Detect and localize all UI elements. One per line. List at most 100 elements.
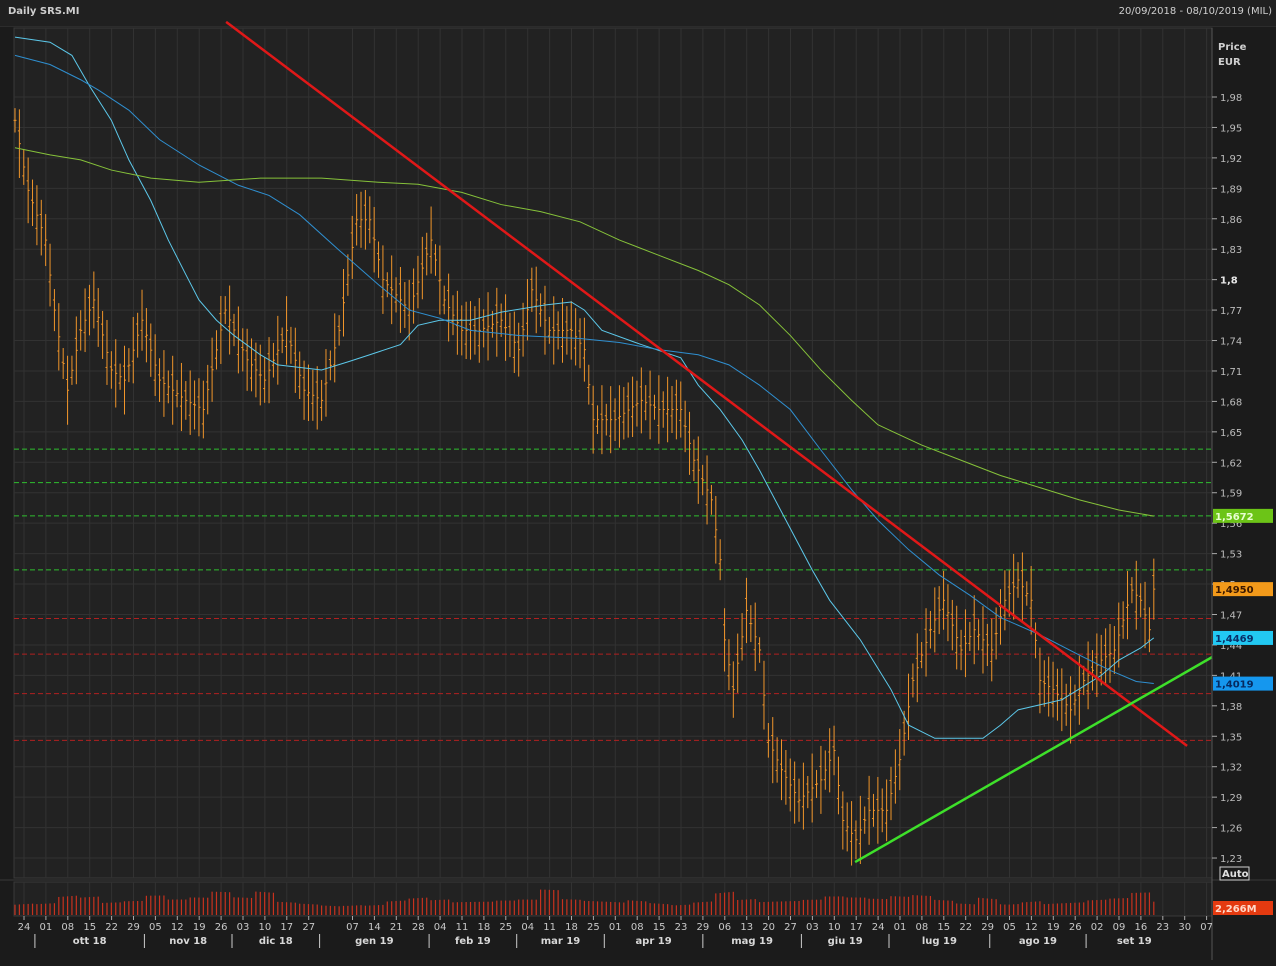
x-tick-label: 01 [609,922,622,933]
x-tick-label: 11 [456,922,469,933]
currency-label: EUR [1218,57,1241,68]
x-tick-label: 13 [740,922,753,933]
x-tick-label: 26 [215,922,228,933]
x-tick-label: 15 [937,922,950,933]
x-tick-label: 10 [259,922,272,933]
x-tick-label: 19 [1047,922,1060,933]
x-tick-label: 04 [434,922,447,933]
y-tick-label: 1,62 [1220,458,1242,469]
x-tick-label: 29 [127,922,140,933]
y-tick-label: 1,95 [1220,123,1242,134]
x-tick-label: 14 [368,922,381,933]
badge-ma-fast: 1,4469 [1215,634,1254,645]
month-label: nov 18 [169,936,207,947]
x-tick-label: 07 [346,922,359,933]
x-tick-label: 21 [390,922,403,933]
x-tick-label: 25 [587,922,600,933]
x-tick-label: 24 [872,922,885,933]
x-tick-label: 23 [675,922,688,933]
month-label: ott 18 [73,936,107,947]
y-tick-label: 1,29 [1220,793,1242,804]
y-tick-label: 1,68 [1220,397,1242,408]
x-tick-label: 18 [565,922,578,933]
y-tick-label: 1,71 [1220,367,1242,378]
y-tick-label: 1,86 [1220,215,1242,226]
auto-scale-label: Auto [1222,869,1249,880]
x-tick-label: 07 [1200,922,1213,933]
x-tick-label: 03 [237,922,250,933]
x-tick-label: 30 [1178,922,1191,933]
month-label: mar 19 [541,936,581,947]
price-chart[interactable]: 1,98 1,95 1,92 1,89 1,86 1,83 1,8 1,77 1,74 1,71 1… [0,0,1276,966]
x-tick-label: 22 [959,922,972,933]
x-tick-label: 27 [784,922,797,933]
month-label: set 19 [1117,936,1152,947]
y-tick-label: 1,32 [1220,763,1242,774]
month-label: ago 19 [1019,936,1057,947]
x-tick-label: 23 [1156,922,1169,933]
x-axis[interactable]: 24 01 08 15 22 29 05 12 19 26 03 10 17 27 07 14 21 28 04 11… [18,916,1213,948]
x-tick-label: 24 [18,922,31,933]
y-tick-label: 1,74 [1220,337,1242,348]
x-tick-label: 12 [171,922,184,933]
x-tick-label: 05 [149,922,162,933]
y-tick-label: 1,65 [1220,428,1242,439]
price-pane[interactable] [13,27,1213,879]
month-label: gen 19 [355,936,393,947]
x-tick-label: 16 [1135,922,1148,933]
y-tick-label: 1,59 [1220,489,1242,500]
x-tick-label: 18 [478,922,491,933]
x-tick-label: 10 [828,922,841,933]
y-tick-label: 1,47 [1220,610,1242,621]
y-tick-label: 1,23 [1220,854,1242,865]
x-tick-label: 06 [718,922,731,933]
badge-ma-slow: 1,5672 [1215,512,1254,523]
month-label: feb 19 [455,936,491,947]
x-tick-label: 04 [521,922,534,933]
x-tick-label: 09 [1113,922,1126,933]
badge-volume: 2,266M [1215,904,1257,915]
y-tick-label: 1,98 [1220,93,1242,104]
x-tick-label: 17 [280,922,293,933]
y-axis[interactable]: 1,98 1,95 1,92 1,89 1,86 1,83 1,8 1,77 1,74 1,71 1… [1211,28,1242,960]
y-tick-label: 1,38 [1220,702,1242,713]
month-label: giu 19 [828,936,863,947]
x-tick-label: 03 [806,922,819,933]
y-tick-label: 1,8 [1220,276,1238,287]
x-tick-label: 01 [40,922,53,933]
x-tick-label: 27 [302,922,315,933]
month-label: mag 19 [731,936,773,947]
x-tick-label: 28 [412,922,425,933]
month-label: apr 19 [635,936,671,947]
badge-last-price: 1,4950 [1215,585,1254,596]
x-tick-label: 19 [193,922,206,933]
x-tick-label: 15 [653,922,666,933]
x-tick-label: 12 [1025,922,1038,933]
x-tick-label: 17 [850,922,863,933]
x-tick-label: 26 [1069,922,1082,933]
y-tick-label: 1,35 [1220,732,1242,743]
x-tick-label: 05 [1003,922,1016,933]
y-tick-label: 1,26 [1220,824,1242,835]
volume-pane[interactable] [13,881,1213,917]
x-tick-label: 08 [61,922,74,933]
y-tick-label: 1,77 [1220,306,1242,317]
x-tick-label: 22 [105,922,118,933]
y-tick-label: 1,89 [1220,184,1242,195]
x-tick-label: 15 [83,922,96,933]
x-tick-label: 20 [762,922,775,933]
y-tick-label: 1,83 [1220,245,1242,256]
x-tick-label: 29 [981,922,994,933]
x-tick-label: 08 [631,922,644,933]
x-tick-label: 25 [499,922,512,933]
y-tick-label: 1,92 [1220,154,1242,165]
price-axis-title: Price [1218,42,1247,53]
badge-ma-medium: 1,4019 [1215,680,1254,691]
x-tick-label: 29 [697,922,710,933]
month-label: dic 18 [259,936,293,947]
x-tick-label: 11 [543,922,556,933]
month-label: lug 19 [922,936,957,947]
y-tick-label: 1,53 [1220,550,1242,561]
x-tick-label: 08 [916,922,929,933]
x-tick-label: 01 [894,922,907,933]
